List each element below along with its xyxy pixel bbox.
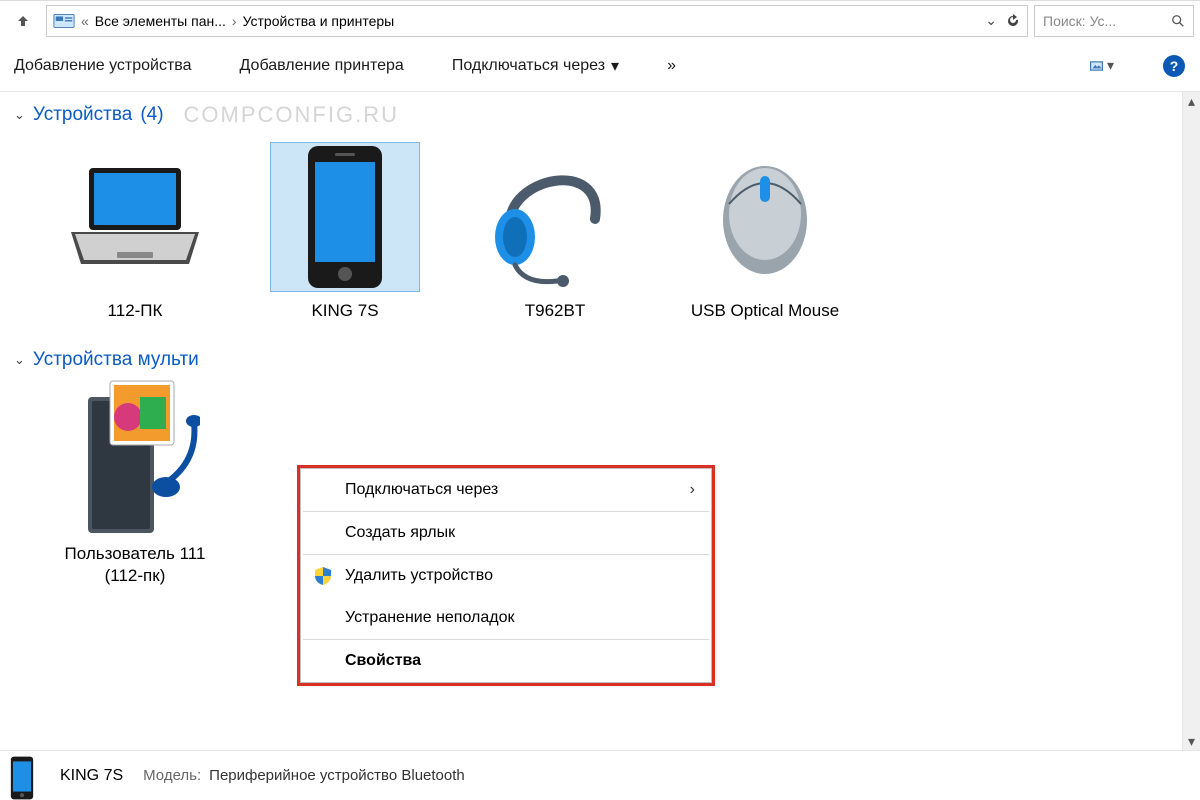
uac-shield-icon <box>313 566 333 586</box>
group-header-multimedia[interactable]: ⌄ Устройства мульти <box>0 339 1200 375</box>
chevron-down-icon: ▾ <box>611 56 619 76</box>
device-label: Пользователь 111 (112-пк) <box>50 543 220 586</box>
scroll-down-icon[interactable]: ▾ <box>1183 732 1200 750</box>
device-row: 112-ПК KING 7S <box>0 132 1200 321</box>
details-pane: KING 7S Модель: Периферийное устройство … <box>0 750 1200 800</box>
add-device-label: Добавление устройства <box>14 57 192 75</box>
chevron-down-icon: ▾ <box>1107 57 1114 74</box>
mouse-icon <box>700 152 830 282</box>
add-printer-label: Добавление принтера <box>240 57 404 75</box>
ctx-item-label: Удалить устройство <box>345 567 493 585</box>
breadcrumb-parent[interactable]: Все элементы пан... <box>95 13 226 29</box>
ctx-item-label: Создать ярлык <box>345 524 455 542</box>
device-item-mediaserver[interactable]: Пользователь 111 (112-пк) <box>50 385 220 586</box>
add-printer-button[interactable]: Добавление принтера <box>240 57 404 75</box>
vertical-scrollbar[interactable]: ▴ ▾ <box>1182 92 1200 750</box>
device-label: T962BT <box>525 300 585 321</box>
ctx-connect-via[interactable]: Подключаться через › <box>301 469 711 511</box>
watermark-text: COMPCONFIG.RU <box>184 102 399 128</box>
laptop-icon <box>65 162 205 272</box>
search-icon <box>1171 14 1185 28</box>
toolbar-overflow-button[interactable]: » <box>667 57 676 75</box>
group-count: (4) <box>140 104 163 126</box>
device-label: 112-ПК <box>108 300 163 321</box>
submenu-arrow-icon: › <box>690 481 695 499</box>
details-model-label: Модель: <box>143 767 201 784</box>
overflow-label: » <box>667 57 676 75</box>
phone-icon <box>302 144 388 290</box>
control-panel-icon <box>53 11 75 31</box>
add-device-button[interactable]: Добавление устройства <box>14 57 192 75</box>
device-label: USB Optical Mouse <box>691 300 839 321</box>
bluetooth-headset-icon <box>485 147 625 287</box>
breadcrumb-dropdown-icon[interactable]: ⌄ <box>985 12 997 29</box>
nav-up-button[interactable] <box>6 6 40 36</box>
view-mode-button[interactable]: ▾ <box>1090 54 1114 78</box>
chevron-down-icon: ⌄ <box>14 352 25 368</box>
context-menu: Подключаться через › Создать ярлык Удали… <box>300 468 712 683</box>
media-server-icon <box>70 375 200 545</box>
connect-via-label: Подключаться через <box>452 57 605 75</box>
device-item-t962bt[interactable]: T962BT <box>470 142 640 321</box>
ctx-properties[interactable]: Свойства <box>301 640 711 682</box>
ctx-create-shortcut[interactable]: Создать ярлык <box>301 512 711 554</box>
scroll-up-icon[interactable]: ▴ <box>1183 92 1200 110</box>
ctx-item-label: Подключаться через <box>345 481 498 499</box>
breadcrumb-refresh-icon[interactable] <box>1005 13 1021 29</box>
group-title: Устройства <box>33 104 132 126</box>
ctx-item-label: Свойства <box>345 652 421 670</box>
device-label: KING 7S <box>311 300 378 321</box>
picture-view-icon <box>1090 58 1103 74</box>
breadcrumb-current[interactable]: Устройства и принтеры <box>243 13 395 29</box>
content-area: ⌄ Устройства (4) COMPCONFIG.RU 112-ПК <box>0 92 1200 750</box>
help-button[interactable]: ? <box>1162 54 1186 78</box>
details-thumbnail <box>8 756 52 800</box>
breadcrumb-sep-icon: › <box>232 13 237 29</box>
device-item-usb-mouse[interactable]: USB Optical Mouse <box>680 142 850 321</box>
breadcrumb-chevron-icon: « <box>81 13 89 29</box>
details-name: KING 7S <box>60 767 123 785</box>
device-item-112pk[interactable]: 112-ПК <box>50 142 220 321</box>
device-item-king7s[interactable]: KING 7S <box>260 142 430 321</box>
group-title: Устройства мульти <box>33 349 199 371</box>
details-model-value: Периферийное устройство Bluetooth <box>209 767 465 784</box>
help-icon: ? <box>1163 55 1185 77</box>
arrow-up-icon <box>15 13 31 29</box>
breadcrumb[interactable]: « Все элементы пан... › Устройства и при… <box>46 5 1028 37</box>
group-header-devices[interactable]: ⌄ Устройства (4) COMPCONFIG.RU <box>0 92 1200 132</box>
phone-icon <box>8 756 36 800</box>
address-bar: « Все элементы пан... › Устройства и при… <box>0 0 1200 40</box>
connect-via-button[interactable]: Подключаться через ▾ <box>452 56 619 76</box>
ctx-troubleshoot[interactable]: Устранение неполадок <box>301 597 711 639</box>
toolbar: Добавление устройства Добавление принтер… <box>0 40 1200 92</box>
ctx-remove-device[interactable]: Удалить устройство <box>301 555 711 597</box>
search-input[interactable]: Поиск: Ус... <box>1034 5 1194 37</box>
search-placeholder: Поиск: Ус... <box>1043 13 1165 29</box>
ctx-item-label: Устранение неполадок <box>345 609 514 627</box>
chevron-down-icon: ⌄ <box>14 107 25 123</box>
